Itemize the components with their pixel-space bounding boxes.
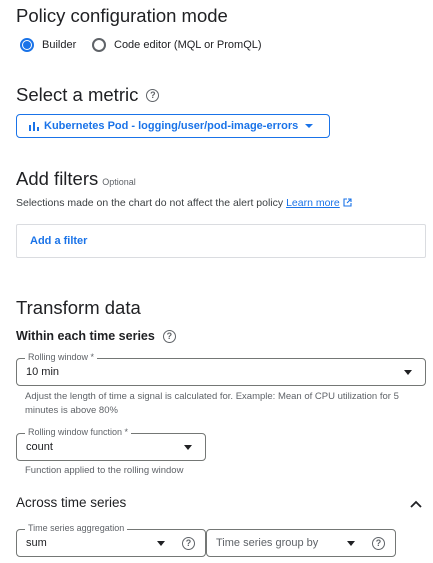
transform-title: Transform data xyxy=(16,297,141,318)
aggregation-select[interactable]: Time series aggregation sum ? xyxy=(16,523,206,557)
radio-code-editor[interactable]: Code editor (MQL or PromQL) xyxy=(92,38,262,52)
caret-down-icon xyxy=(184,445,192,450)
rolling-function-value: count xyxy=(26,441,53,453)
rolling-window-value: 10 min xyxy=(26,366,60,378)
caret-down-icon xyxy=(157,541,165,546)
aggregation-value: sum xyxy=(26,537,47,549)
caret-down-icon xyxy=(305,124,314,128)
help-icon[interactable]: ? xyxy=(182,537,195,550)
group-by-placeholder: Time series group by xyxy=(216,537,319,549)
across-title: Across time series xyxy=(16,495,127,510)
help-icon[interactable]: ? xyxy=(162,329,176,343)
metric-title: Select a metric xyxy=(16,84,139,105)
add-filter-button[interactable]: Add a filter xyxy=(30,235,87,247)
within-header: Within each time series ? xyxy=(16,329,176,343)
filters-title: Add filters xyxy=(16,168,99,189)
chevron-up-icon[interactable] xyxy=(410,500,422,508)
optional-label: Optional xyxy=(102,177,136,187)
rolling-function-label: Rolling window function * xyxy=(25,427,132,437)
filters-header: Add filters Optional xyxy=(16,168,136,190)
filters-description-text: Selections made on the chart do not affe… xyxy=(16,197,284,209)
external-link-icon xyxy=(343,198,352,207)
aggregation-label: Time series aggregation xyxy=(25,523,128,533)
rolling-window-label: Rolling window * xyxy=(25,352,98,362)
rolling-function-select[interactable]: Rolling window function * count xyxy=(16,427,206,461)
filters-description: Selections made on the chart do not affe… xyxy=(16,197,352,209)
help-icon[interactable]: ? xyxy=(372,537,385,550)
group-by-select[interactable]: Time series group by ? xyxy=(206,529,396,557)
caret-down-icon xyxy=(404,370,412,375)
radio-code-editor-indicator[interactable] xyxy=(92,38,106,52)
filter-box: Add a filter xyxy=(16,224,426,258)
metric-select-button[interactable]: Kubernetes Pod - logging/user/pod-image-… xyxy=(16,114,330,138)
within-title: Within each time series xyxy=(16,329,155,343)
metric-select-label: Kubernetes Pod - logging/user/pod-image-… xyxy=(44,120,299,132)
help-icon[interactable]: ? xyxy=(146,88,160,102)
metric-header: Select a metric ? xyxy=(16,84,160,106)
radio-builder-indicator[interactable] xyxy=(20,38,34,52)
rolling-function-hint: Function applied to the rolling window xyxy=(25,465,184,476)
radio-code-editor-label: Code editor (MQL or PromQL) xyxy=(114,39,262,51)
rolling-window-select[interactable]: Rolling window * 10 min xyxy=(16,352,426,386)
policy-mode-title: Policy configuration mode xyxy=(16,5,228,26)
learn-more-link[interactable]: Learn more xyxy=(286,197,340,209)
caret-down-icon xyxy=(347,541,355,546)
bar-chart-icon xyxy=(29,121,39,131)
rolling-window-hint: Adjust the length of time a signal is ca… xyxy=(25,391,399,416)
radio-builder[interactable]: Builder xyxy=(20,38,76,52)
radio-builder-label: Builder xyxy=(42,39,77,51)
